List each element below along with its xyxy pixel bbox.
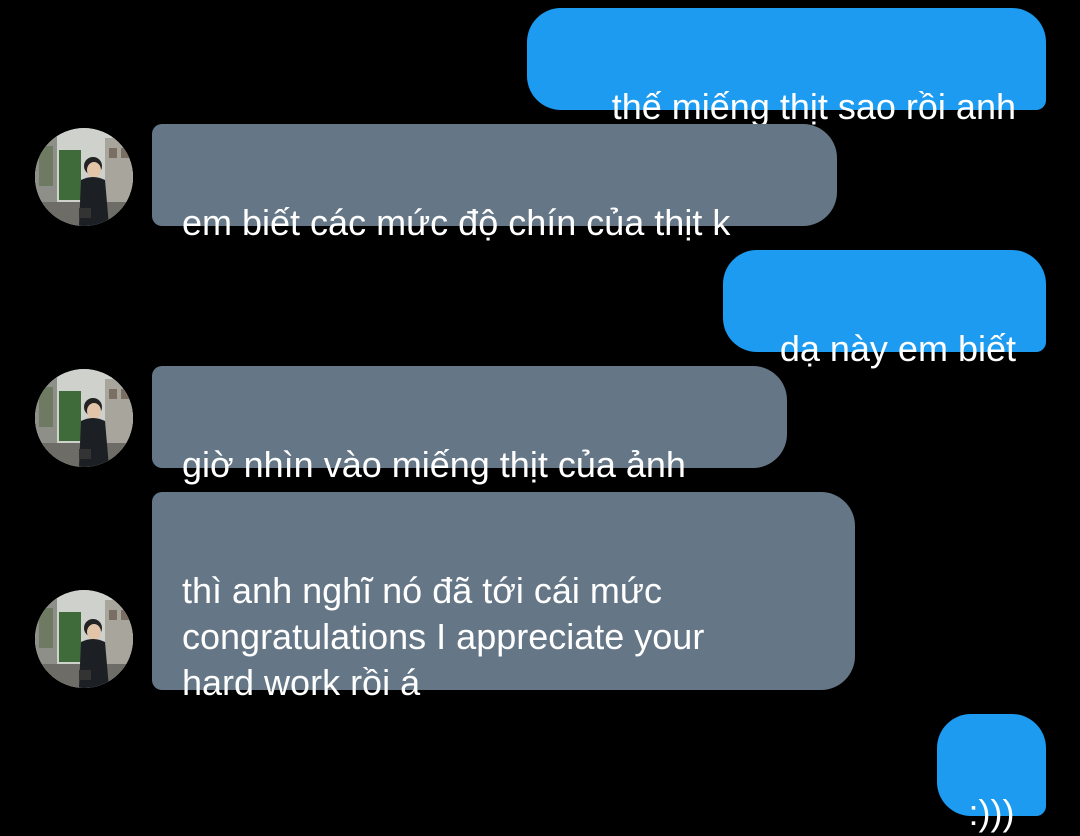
received-message-bubble[interactable]: thì anh nghĩ nó đã tới cái mức congratul…: [152, 492, 855, 703]
received-message-bubble[interactable]: giờ nhìn vào miếng thịt của ảnh: [152, 366, 787, 485]
contact-avatar-icon[interactable]: [35, 590, 133, 688]
message-text: :))): [968, 792, 1015, 833]
contact-avatar-icon[interactable]: [35, 369, 133, 467]
message-text: thế miếng thịt sao rồi anh: [611, 86, 1016, 127]
sent-message-bubble[interactable]: thế miếng thịt sao rồi anh: [527, 8, 1046, 127]
message-text: thì anh nghĩ nó đã tới cái mức congratul…: [182, 570, 705, 703]
sent-message-bubble[interactable]: dạ này em biết: [723, 250, 1046, 369]
received-message-bubble[interactable]: em biết các mức độ chín của thịt k: [152, 124, 837, 243]
sent-message-bubble[interactable]: :))): [937, 714, 1046, 833]
contact-avatar-icon[interactable]: [35, 128, 133, 226]
message-text: em biết các mức độ chín của thịt k: [182, 202, 731, 243]
message-text: giờ nhìn vào miếng thịt của ảnh: [182, 444, 686, 485]
message-text: dạ này em biết: [779, 328, 1016, 369]
